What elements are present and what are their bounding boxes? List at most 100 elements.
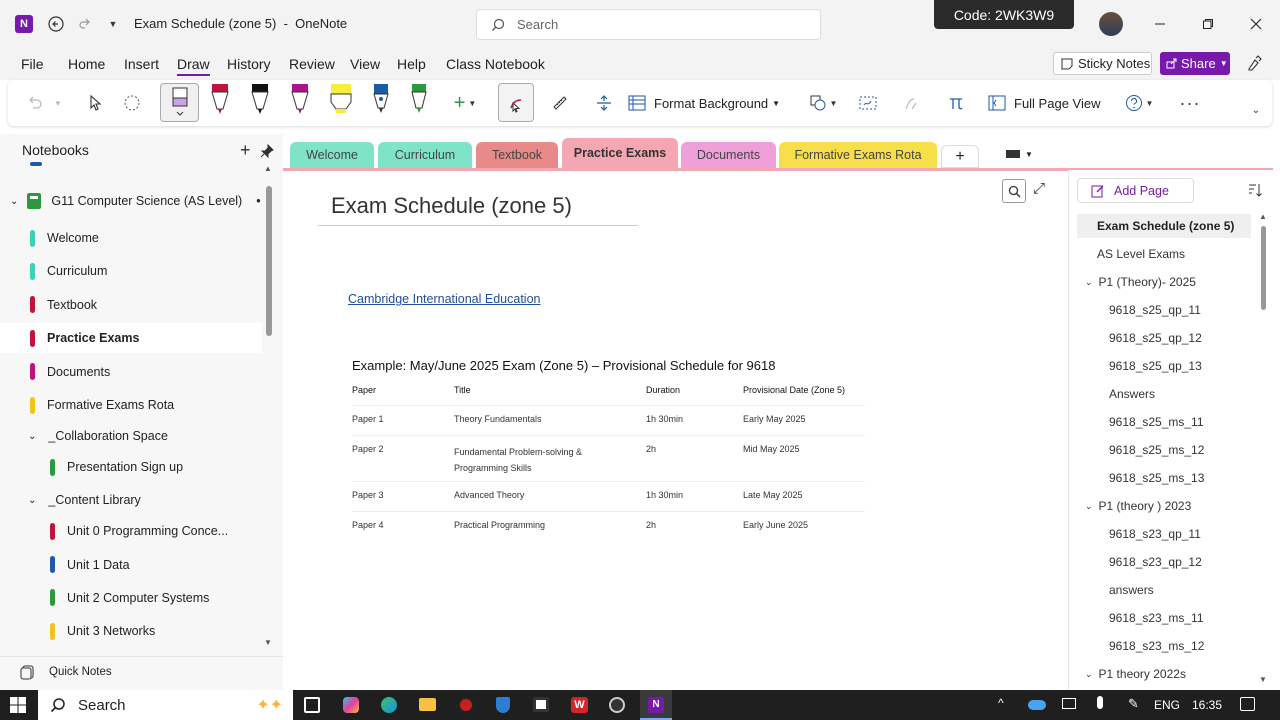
tray-chevron-up-icon[interactable]: ^ (998, 696, 1004, 710)
page-group-item[interactable]: ⌄ P1 (Theory)- 2025 (1077, 270, 1251, 294)
notification-icon[interactable] (1240, 697, 1255, 711)
menu-home[interactable]: Home (68, 56, 105, 72)
obs-icon[interactable] (609, 697, 625, 713)
add-pen-button[interactable]: + ▼ (448, 91, 482, 115)
sidebar-section-item[interactable]: Unit 3 Networks (0, 616, 262, 646)
ink-to-math-disabled[interactable] (900, 91, 924, 115)
pen-tray-icon[interactable]: ✎ (1128, 696, 1139, 712)
onedrive-icon[interactable] (1028, 700, 1046, 710)
sidebar-section-item[interactable]: Curriculum (0, 256, 262, 286)
help-button[interactable]: ▼ (1122, 91, 1156, 115)
insert-space-button[interactable] (592, 91, 616, 115)
pen-green-icon[interactable] (408, 82, 430, 116)
section-group[interactable]: ⌄ _Collaboration Space (0, 421, 262, 451)
close-button[interactable] (1244, 13, 1268, 35)
display-icon[interactable] (1062, 698, 1076, 709)
terminal-icon[interactable] (533, 697, 549, 712)
microphone-icon[interactable] (1097, 696, 1103, 709)
undo-dropdown[interactable]: ▼ (52, 94, 64, 112)
pagelist-scrollbar[interactable] (1261, 226, 1266, 310)
sidebar-section-item[interactable]: Formative Exams Rota (0, 390, 262, 420)
pin-icon[interactable] (260, 144, 274, 158)
scroll-up-icon[interactable]: ▲ (264, 164, 272, 173)
quick-notes-button[interactable]: Quick Notes (20, 664, 112, 680)
page-group-item[interactable]: ⌄ P1 (theory ) 2023 (1077, 494, 1251, 518)
sidebar-section-item[interactable]: Textbook (0, 290, 262, 320)
scroll-down-icon[interactable]: ▼ (1259, 675, 1267, 684)
search-box[interactable]: Search (476, 9, 821, 40)
page-item[interactable]: 9618_s23_qp_12 (1077, 550, 1251, 574)
scroll-down-icon[interactable]: ▼ (264, 638, 272, 647)
menu-class-notebook[interactable]: Class Notebook (446, 56, 545, 72)
sidebar-section-item[interactable]: Unit 0 Programming Conce... (0, 516, 262, 546)
full-page-view-button[interactable]: Full Page View (988, 91, 1112, 115)
sidebar-section-item[interactable]: Documents (0, 357, 262, 387)
lasso-tool[interactable] (120, 91, 144, 115)
redo-button[interactable] (74, 13, 96, 35)
tab-curriculum[interactable]: Curriculum (378, 142, 472, 168)
page-item[interactable]: 9618_s25_ms_11 (1077, 410, 1251, 434)
back-button[interactable] (45, 13, 67, 35)
sidebar-section-item[interactable]: Unit 2 Computer Systems (0, 583, 262, 613)
format-background-button[interactable]: Format Background ▼ (628, 91, 788, 115)
add-page-button[interactable]: Add Page (1077, 178, 1194, 203)
shapes-button[interactable]: ▼ (806, 91, 840, 115)
language-indicator[interactable]: ENG (1154, 698, 1180, 712)
pen-magenta-icon[interactable] (288, 82, 312, 116)
page-item[interactable]: 9618_s25_qp_11 (1077, 298, 1251, 322)
clock[interactable]: 16:35 (1192, 698, 1222, 712)
share-button[interactable]: Share ▼ (1160, 52, 1230, 75)
onenote-taskbar-icon[interactable]: N (640, 690, 672, 720)
page-item[interactable]: answers (1077, 578, 1251, 602)
page-item[interactable]: Exam Schedule (zone 5) (1077, 214, 1251, 238)
add-notebook-button[interactable]: + (240, 140, 251, 161)
pen-red-icon[interactable] (208, 82, 232, 116)
sticky-notes-button[interactable]: Sticky Notes (1053, 52, 1152, 75)
sidebar-section-item[interactable]: Practice Exams (0, 323, 262, 354)
expand-icon[interactable]: ⤢ (1033, 180, 1045, 197)
page-item[interactable]: 9618_s23_qp_11 (1077, 522, 1251, 546)
tab-practice-exams[interactable]: Practice Exams (562, 138, 678, 168)
pencil-blue-icon[interactable] (370, 82, 392, 116)
menu-insert[interactable]: Insert (124, 56, 159, 72)
menu-view[interactable]: View (350, 56, 380, 72)
ink-to-shape-button[interactable] (498, 83, 534, 122)
menu-history[interactable]: History (227, 56, 271, 72)
minimize-button[interactable] (1148, 13, 1172, 35)
tab-welcome[interactable]: Welcome (290, 142, 374, 168)
search-page-button[interactable] (1002, 179, 1026, 203)
edge-icon[interactable] (381, 697, 397, 713)
qat-dropdown[interactable]: ▼ (104, 13, 122, 35)
page-item[interactable]: 9618_s25_qp_12 (1077, 326, 1251, 350)
collapse-ribbon-button[interactable]: ⌄ (1248, 102, 1264, 118)
page-item[interactable]: 9618_s25_ms_12 (1077, 438, 1251, 462)
page-item[interactable]: AS Level Exams (1077, 242, 1251, 266)
select-tool[interactable] (84, 91, 108, 115)
page-item[interactable]: Answers (1077, 382, 1251, 406)
sidebar-section-item[interactable]: Welcome (0, 223, 262, 253)
eraser-tool[interactable] (160, 83, 199, 122)
page-item[interactable]: 9618_s25_qp_13 (1077, 354, 1251, 378)
ruler-button[interactable] (548, 91, 572, 115)
maximize-button[interactable] (1196, 13, 1220, 35)
undo-button[interactable] (22, 91, 46, 115)
page-item[interactable]: 9618_s25_ms_13 (1077, 466, 1251, 490)
section-group[interactable]: ⌄ _Content Library (0, 485, 262, 515)
sidebar-section-item[interactable]: Presentation Sign up (0, 452, 262, 482)
copilot-icon[interactable] (343, 697, 359, 713)
ink-to-text-button[interactable] (856, 91, 880, 115)
wps-icon[interactable]: W (571, 697, 588, 713)
page-canvas[interactable]: ⤢ Exam Schedule (zone 5) Cambridge Inter… (283, 171, 1068, 690)
page-item[interactable]: 9618_s23_ms_12 (1077, 634, 1251, 658)
more-options-button[interactable]: ··· (1178, 91, 1202, 115)
notebook-row[interactable]: ⌄ G11 Computer Science (AS Level) • (0, 186, 262, 216)
page-group-item[interactable]: ⌄ P1 theory 2022s (1077, 662, 1251, 686)
menu-review[interactable]: Review (289, 56, 335, 72)
sidebar-section-item[interactable]: Unit 1 Data (0, 550, 262, 580)
windows-start-icon[interactable] (10, 697, 26, 713)
file-explorer-icon[interactable] (419, 698, 436, 711)
pen-black-icon[interactable] (248, 82, 272, 116)
defender-icon[interactable] (496, 697, 510, 713)
tab-textbook[interactable]: Textbook (476, 142, 558, 168)
math-button[interactable] (944, 91, 968, 115)
